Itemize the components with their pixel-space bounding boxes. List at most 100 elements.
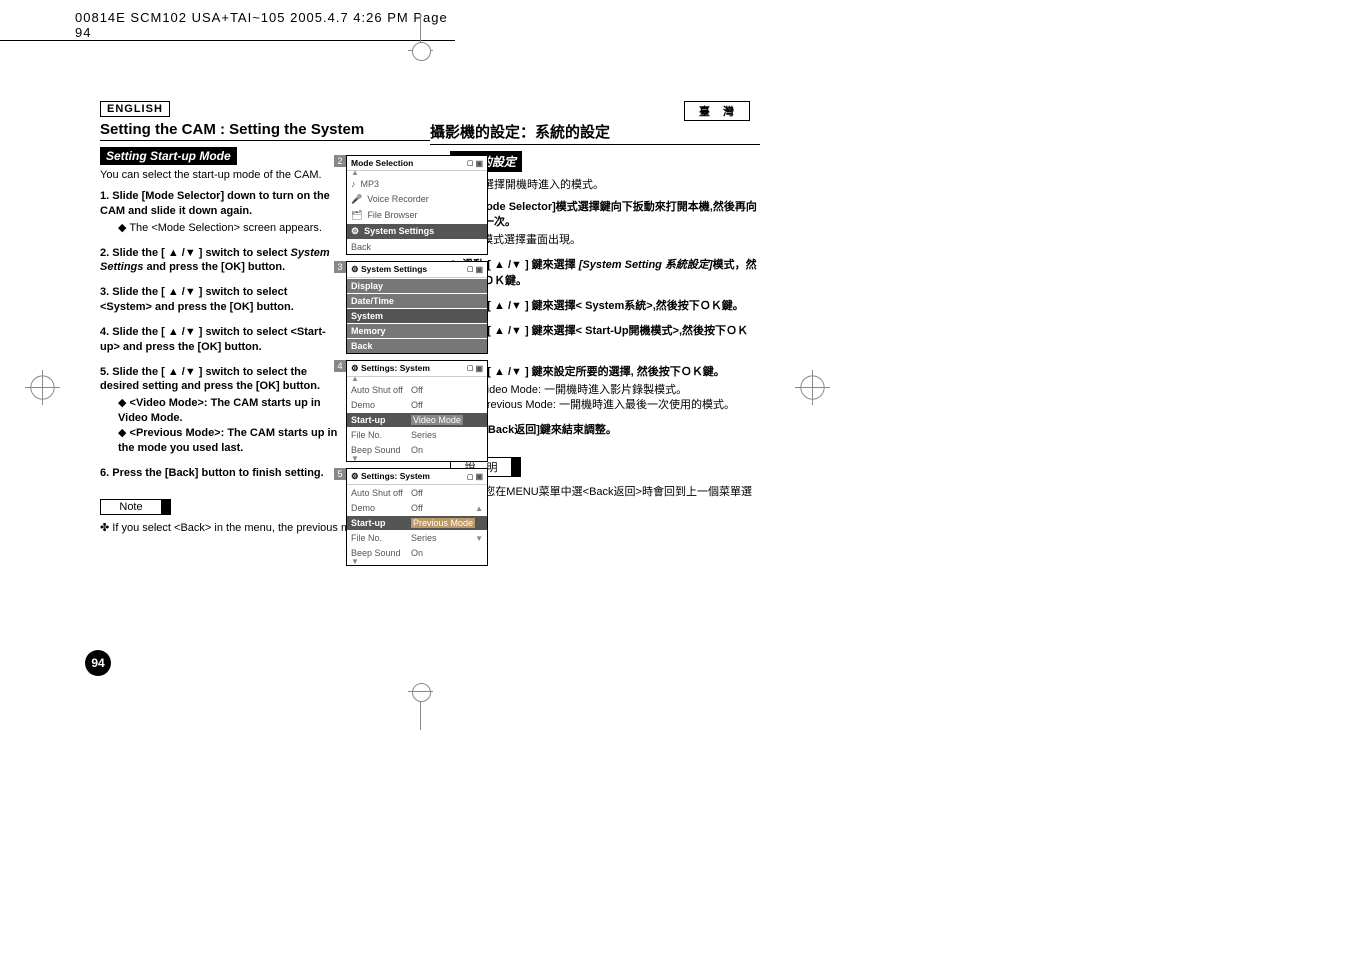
step-sublist: Video Mode: 一開機時進入影片錄製模式。 Previous Mode:… bbox=[468, 383, 760, 414]
language-label-tw: 臺 灣 bbox=[684, 101, 750, 121]
step-item: 5. Slide the [ ▲ /▼ ] switch to select t… bbox=[100, 365, 340, 456]
menu-row: Memory bbox=[347, 323, 487, 338]
menu-value: On bbox=[411, 548, 423, 558]
menu-label: MP3 bbox=[361, 179, 380, 189]
menu-row-selected: System bbox=[347, 308, 487, 323]
screen-title: ⚙ Settings: System bbox=[347, 361, 487, 377]
step-sub-item: 模式選擇畫面出現。 bbox=[468, 233, 760, 248]
step-item: 2. Slide the [ ▲ /▼ ] switch to select S… bbox=[100, 246, 340, 276]
menu-key: Beep Sound bbox=[351, 445, 406, 455]
menu-row: Auto Shut off Off bbox=[347, 382, 487, 397]
battery-icon bbox=[467, 363, 483, 374]
menu-row: 🎤 Voice Recorder bbox=[347, 191, 487, 207]
menu-row: Demo Off ▲ bbox=[347, 500, 487, 515]
menu-row: Back bbox=[347, 338, 487, 353]
step-sub-text: <Video Mode>: The CAM starts up in Video… bbox=[118, 397, 321, 424]
cropmark-left bbox=[25, 370, 60, 405]
language-label-english: ENGLISH bbox=[100, 101, 170, 117]
menu-row: File No. Series ▼ bbox=[347, 530, 487, 545]
file-header: 00814E SCM102 USA+TAI~105 2005.4.7 4:26 … bbox=[0, 10, 455, 41]
menu-value: Off bbox=[411, 385, 423, 395]
step-text: Slide [Mode Selector] down to turn on th… bbox=[100, 190, 330, 217]
menu-label: System Settings bbox=[364, 226, 434, 236]
step-item: 1. Slide [Mode Selector] down to turn on… bbox=[100, 189, 340, 236]
step-sub-item: Previous Mode: 一開機時進入最後一次使用的模式。 bbox=[468, 398, 760, 413]
menu-row: Display bbox=[347, 278, 487, 293]
menu-row: Demo Off bbox=[347, 397, 487, 412]
cropmark-bottom bbox=[420, 700, 421, 730]
step-text: Slide the [ ▲ /▼ ] switch to select <Sys… bbox=[100, 286, 294, 313]
screen-title-text: Settings: System bbox=[361, 363, 430, 373]
menu-row: File No.Series bbox=[347, 427, 487, 442]
cropmark-right bbox=[795, 370, 830, 405]
screen-mockups: 2 Mode Selection ▲ ♪MP3 🎤Voice Recorder … bbox=[346, 155, 506, 572]
menu-row: ♪ MP3 bbox=[347, 176, 487, 191]
menu-label: File Browser bbox=[367, 210, 417, 220]
note-label: Note bbox=[100, 499, 162, 515]
menu-key: File No. bbox=[351, 533, 406, 543]
step-sub-item: <Video Mode>: The CAM starts up in Video… bbox=[118, 396, 340, 426]
menu-value: Series bbox=[411, 533, 437, 543]
step-number: 3. bbox=[100, 286, 109, 298]
step-number: 5. bbox=[100, 366, 109, 378]
screen-badge: 5 bbox=[334, 468, 346, 480]
mic-icon: 🎤 bbox=[351, 194, 362, 205]
arrow-up-icon: ▲ bbox=[475, 504, 483, 513]
step-text: Slide the [ ▲ /▼ ] switch to select Syst… bbox=[100, 247, 330, 274]
screen-badge: 4 bbox=[334, 360, 346, 372]
menu-row: 🗂File Browser bbox=[347, 207, 487, 223]
step-sub-item: Video Mode: 一開機時進入影片錄製模式。 bbox=[468, 383, 760, 398]
menu-label: Back bbox=[351, 242, 371, 252]
gear-icon: ⚙ bbox=[351, 226, 359, 237]
screen-title: ⚙ Settings: System bbox=[347, 469, 487, 485]
step-sublist: 模式選擇畫面出現。 bbox=[468, 233, 760, 248]
step-item: 3. Slide the [ ▲ /▼ ] switch to select <… bbox=[100, 285, 340, 315]
screen-title-text: System Settings bbox=[361, 264, 427, 274]
step-text-pre: Slide the [ ▲ /▼ ] switch to select bbox=[112, 247, 290, 259]
step-sublist: The <Mode Selection> screen appears. bbox=[118, 221, 340, 236]
gear-icon: ⚙ bbox=[351, 363, 359, 373]
step-number: 4. bbox=[100, 326, 109, 338]
screen-system-settings: 3 ⚙ System Settings Display Date/Time Sy… bbox=[346, 261, 488, 354]
step-text-italic: [System Setting 系統設定] bbox=[579, 259, 713, 271]
menu-row: Date/Time bbox=[347, 293, 487, 308]
screen-settings-system-previous: 5 ⚙ Settings: System Auto Shut offOff De… bbox=[346, 468, 488, 566]
menu-value: Off bbox=[411, 400, 423, 410]
step-text: Slide the [ ▲ /▼ ] switch to select the … bbox=[100, 366, 320, 393]
battery-icon bbox=[467, 158, 483, 168]
battery-icon bbox=[467, 471, 483, 482]
step-sub-item: The <Mode Selection> screen appears. bbox=[118, 221, 340, 236]
menu-key: Auto Shut off bbox=[351, 385, 406, 395]
screen-badge: 3 bbox=[334, 261, 346, 273]
menu-key: Auto Shut off bbox=[351, 488, 406, 498]
step-number: 6. bbox=[100, 467, 109, 479]
step-sublist: <Video Mode>: The CAM starts up in Video… bbox=[118, 396, 340, 455]
screen-title: ⚙ System Settings bbox=[347, 262, 487, 278]
menu-key: Demo bbox=[351, 503, 406, 513]
menu-key: Beep Sound bbox=[351, 548, 406, 558]
step-item: 4. Slide the [ ▲ /▼ ] switch to select <… bbox=[100, 325, 340, 355]
menu-row: Beep SoundOn bbox=[347, 442, 487, 457]
menu-value: Previous Mode bbox=[411, 518, 475, 528]
gear-icon: ⚙ bbox=[351, 471, 359, 481]
screen-badge: 2 bbox=[334, 155, 346, 167]
arrow-down-icon: ▼ bbox=[347, 560, 487, 565]
menu-value: Off bbox=[411, 503, 423, 513]
arrow-down-icon: ▼ bbox=[475, 534, 483, 543]
menu-value: Series bbox=[411, 430, 437, 440]
step-text-post: and press the [OK] button. bbox=[143, 261, 285, 273]
menu-label: Voice Recorder bbox=[367, 194, 429, 204]
step-sub-item: <Previous Mode>: The CAM starts up in th… bbox=[118, 426, 340, 456]
gear-icon: ⚙ bbox=[351, 264, 359, 274]
section-title-zh: 攝影機的設定：系統的設定 bbox=[430, 121, 760, 145]
page-number: 94 bbox=[85, 650, 111, 676]
music-icon: ♪ bbox=[351, 179, 356, 189]
step-item: 6. Press the [Back] button to finish set… bbox=[100, 466, 340, 481]
menu-value: Video Mode bbox=[411, 415, 463, 425]
menu-row: Back bbox=[347, 239, 487, 254]
step-number: 2. bbox=[100, 247, 109, 259]
menu-key: Demo bbox=[351, 400, 406, 410]
menu-key: Start-up bbox=[351, 518, 406, 528]
steps-list-en: 1. Slide [Mode Selector] down to turn on… bbox=[100, 189, 340, 481]
screen-title: Mode Selection bbox=[347, 156, 487, 171]
